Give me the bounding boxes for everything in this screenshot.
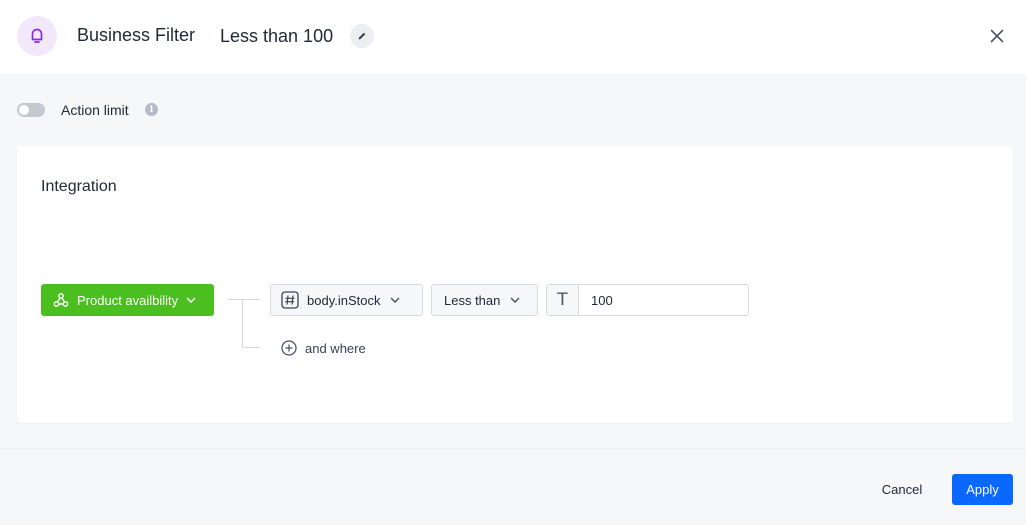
- text-type-icon: T: [557, 290, 568, 310]
- operator-dropdown[interactable]: Less than: [431, 284, 538, 316]
- card-title: Integration: [41, 178, 117, 195]
- cancel-button[interactable]: Cancel: [864, 474, 940, 505]
- modal-header: Business Filter Less than 100: [0, 0, 1026, 74]
- chevron-down-icon: [390, 297, 400, 303]
- and-where-label: and where: [305, 340, 366, 356]
- hash-icon: [281, 291, 299, 309]
- plus-circle-icon: [281, 340, 297, 356]
- close-button[interactable]: [986, 25, 1008, 47]
- close-icon: [990, 29, 1004, 43]
- and-where-button[interactable]: and where: [281, 339, 366, 357]
- source-dropdown-button[interactable]: Product availbility: [41, 284, 214, 316]
- value-field-group: T: [546, 284, 749, 316]
- action-limit-label: Action limit: [61, 102, 129, 118]
- action-limit-toggle[interactable]: [17, 103, 45, 117]
- tree-connector: [242, 347, 260, 348]
- chevron-down-icon: [186, 297, 196, 303]
- webhook-icon: [53, 292, 69, 308]
- chevron-down-icon: [510, 297, 520, 303]
- source-label: Product availbility: [77, 292, 179, 308]
- tree-connector: [227, 299, 260, 300]
- apply-button[interactable]: Apply: [952, 474, 1013, 505]
- value-type-button[interactable]: T: [547, 285, 579, 315]
- info-icon[interactable]: i: [145, 103, 158, 116]
- toggle-knob: [19, 105, 29, 115]
- field-label: body.inStock: [307, 292, 381, 308]
- footer-divider: [0, 448, 1026, 449]
- tree-connector: [242, 299, 243, 347]
- value-input[interactable]: [579, 285, 741, 315]
- bell-icon: [17, 16, 57, 56]
- pencil-icon: [357, 31, 367, 41]
- integration-card: Integration Product availbility body.inS…: [17, 146, 1013, 423]
- modal-title: Business Filter: [77, 25, 196, 45]
- filter-name: Less than 100: [220, 26, 334, 46]
- field-dropdown[interactable]: body.inStock: [270, 284, 423, 316]
- operator-label: Less than: [444, 292, 501, 308]
- edit-name-button[interactable]: [350, 24, 374, 48]
